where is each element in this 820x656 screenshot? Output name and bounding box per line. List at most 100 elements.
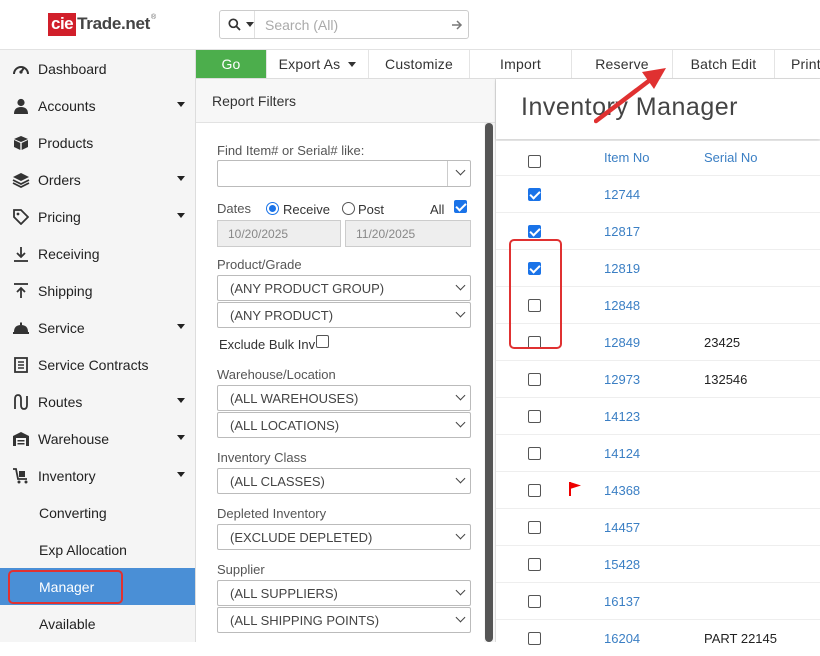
table-row[interactable]: 14368 bbox=[496, 471, 820, 508]
locations-select[interactable]: (ALL LOCATIONS) bbox=[217, 412, 471, 438]
box-icon bbox=[0, 135, 38, 151]
post-radio[interactable] bbox=[342, 202, 355, 215]
item-no-link[interactable]: 14457 bbox=[604, 520, 640, 535]
sidebar-item-products[interactable]: Products bbox=[0, 124, 195, 161]
column-header-item-no[interactable]: Item No bbox=[604, 150, 650, 165]
chevron-down-icon bbox=[246, 22, 254, 27]
item-no-link[interactable]: 12819 bbox=[604, 261, 640, 276]
chevron-down-icon bbox=[455, 612, 466, 623]
search-scope-dropdown[interactable] bbox=[220, 11, 255, 38]
action-toolbar: Go Export As Customize Import Reserve Ba… bbox=[196, 50, 820, 79]
report-filters-panel: Report Filters Find Item# or Serial# lik… bbox=[196, 79, 496, 642]
select-all-checkbox[interactable] bbox=[528, 155, 541, 168]
sidebar-item-pricing[interactable]: Pricing bbox=[0, 198, 195, 235]
date-from-input[interactable]: 10/20/2025 bbox=[217, 220, 341, 247]
filters-scrollbar[interactable] bbox=[485, 123, 493, 642]
search-input[interactable] bbox=[255, 16, 446, 33]
batch-edit-button[interactable]: Batch Edit bbox=[673, 50, 775, 78]
sidebar-subitem-exp-allocation[interactable]: Exp Allocation bbox=[0, 531, 195, 568]
layers-icon bbox=[0, 172, 38, 188]
sidebar-item-service[interactable]: Service bbox=[0, 309, 195, 346]
cart-icon bbox=[0, 467, 38, 484]
inventory-class-select[interactable]: (ALL CLASSES) bbox=[217, 468, 471, 494]
item-no-link[interactable]: 12848 bbox=[604, 298, 640, 313]
suppliers-select[interactable]: (ALL SUPPLIERS) bbox=[217, 580, 471, 606]
date-to-input[interactable]: 11/20/2025 bbox=[345, 220, 471, 247]
receive-arrow-icon bbox=[0, 246, 38, 262]
logo-cie: cie bbox=[48, 12, 77, 36]
row-checkbox[interactable] bbox=[528, 188, 541, 201]
item-no-link[interactable]: 12817 bbox=[604, 224, 640, 239]
product-select[interactable]: (ANY PRODUCT) bbox=[217, 302, 471, 328]
row-checkbox[interactable] bbox=[528, 632, 541, 645]
row-checkbox[interactable] bbox=[528, 558, 541, 571]
export-as-button[interactable]: Export As bbox=[267, 50, 369, 78]
row-checkbox[interactable] bbox=[528, 373, 541, 386]
sidebar-item-label: Products bbox=[38, 134, 94, 151]
depleted-inventory-select[interactable]: (EXCLUDE DEPLETED) bbox=[217, 524, 471, 550]
table-row[interactable]: 14124 bbox=[496, 434, 820, 471]
item-no-link[interactable]: 16204 bbox=[604, 631, 640, 646]
sidebar-item-accounts[interactable]: Accounts bbox=[0, 87, 195, 124]
item-no-link[interactable]: 12973 bbox=[604, 372, 640, 387]
sidebar-subitem-manager[interactable]: Manager bbox=[0, 568, 195, 605]
item-no-link[interactable]: 12849 bbox=[604, 335, 640, 350]
item-no-link[interactable]: 16137 bbox=[604, 594, 640, 609]
search-icon bbox=[228, 18, 241, 31]
product-grade-label: Product/Grade bbox=[217, 257, 302, 272]
table-row[interactable]: 12973 132546 bbox=[496, 360, 820, 397]
row-checkbox[interactable] bbox=[528, 410, 541, 423]
shipping-points-select[interactable]: (ALL SHIPPING POINTS) bbox=[217, 607, 471, 633]
item-no-link[interactable]: 12744 bbox=[604, 187, 640, 202]
sidebar-subitem-available[interactable]: Available bbox=[0, 605, 195, 642]
warehouses-select[interactable]: (ALL WAREHOUSES) bbox=[217, 385, 471, 411]
table-row[interactable]: 12744 bbox=[496, 175, 820, 212]
row-checkbox[interactable] bbox=[528, 521, 541, 534]
sidebar-item-label: Dashboard bbox=[38, 60, 107, 77]
warehouse-icon bbox=[0, 431, 38, 447]
row-checkbox[interactable] bbox=[528, 225, 541, 238]
document-icon bbox=[0, 356, 38, 373]
column-header-serial-no[interactable]: Serial No bbox=[704, 150, 757, 165]
product-group-select[interactable]: (ANY PRODUCT GROUP) bbox=[217, 275, 471, 301]
flag-icon[interactable] bbox=[568, 481, 582, 497]
table-row[interactable]: 14123 bbox=[496, 397, 820, 434]
receive-radio[interactable] bbox=[266, 202, 279, 215]
sidebar-item-receiving[interactable]: Receiving bbox=[0, 235, 195, 272]
suppliers-value: (ALL SUPPLIERS) bbox=[230, 585, 338, 601]
all-dates-checkbox[interactable] bbox=[454, 200, 467, 213]
sidebar-item-warehouse[interactable]: Warehouse bbox=[0, 420, 195, 457]
sidebar-item-shipping[interactable]: Shipping bbox=[0, 272, 195, 309]
find-item-label: Find Item# or Serial# like: bbox=[217, 143, 365, 158]
route-icon bbox=[0, 393, 38, 410]
customize-button[interactable]: Customize bbox=[369, 50, 470, 78]
table-row[interactable]: 15428 bbox=[496, 545, 820, 582]
search-submit-button[interactable] bbox=[446, 11, 468, 38]
table-row[interactable]: 16137 bbox=[496, 582, 820, 619]
table-row[interactable]: 16204 PART 22145 bbox=[496, 619, 820, 656]
row-checkbox[interactable] bbox=[528, 447, 541, 460]
row-checkbox[interactable] bbox=[528, 484, 541, 497]
sidebar-item-inventory[interactable]: Inventory bbox=[0, 457, 195, 494]
go-button[interactable]: Go bbox=[196, 50, 267, 78]
sidebar-item-service-contracts[interactable]: Service Contracts bbox=[0, 346, 195, 383]
item-no-link[interactable]: 14124 bbox=[604, 446, 640, 461]
sidebar-item-dashboard[interactable]: Dashboard bbox=[0, 50, 195, 87]
exclude-bulk-checkbox[interactable] bbox=[316, 335, 329, 348]
sidebar-item-orders[interactable]: Orders bbox=[0, 161, 195, 198]
import-button[interactable]: Import bbox=[470, 50, 572, 78]
citrade-logo[interactable]: cie Trade.net ® bbox=[48, 12, 156, 36]
item-no-link[interactable]: 14368 bbox=[604, 483, 640, 498]
print-button[interactable]: Print bbox=[775, 50, 820, 78]
find-item-combobox[interactable] bbox=[217, 160, 471, 187]
sidebar-item-label: Receiving bbox=[38, 245, 100, 262]
exclude-bulk-label: Exclude Bulk Inv bbox=[219, 337, 316, 352]
chevron-down-icon bbox=[177, 435, 185, 440]
item-no-link[interactable]: 15428 bbox=[604, 557, 640, 572]
row-checkbox[interactable] bbox=[528, 595, 541, 608]
item-no-link[interactable]: 14123 bbox=[604, 409, 640, 424]
sidebar-subitem-converting[interactable]: Converting bbox=[0, 494, 195, 531]
table-row[interactable]: 14457 bbox=[496, 508, 820, 545]
filters-scroll-thumb[interactable] bbox=[485, 123, 493, 642]
sidebar-item-routes[interactable]: Routes bbox=[0, 383, 195, 420]
